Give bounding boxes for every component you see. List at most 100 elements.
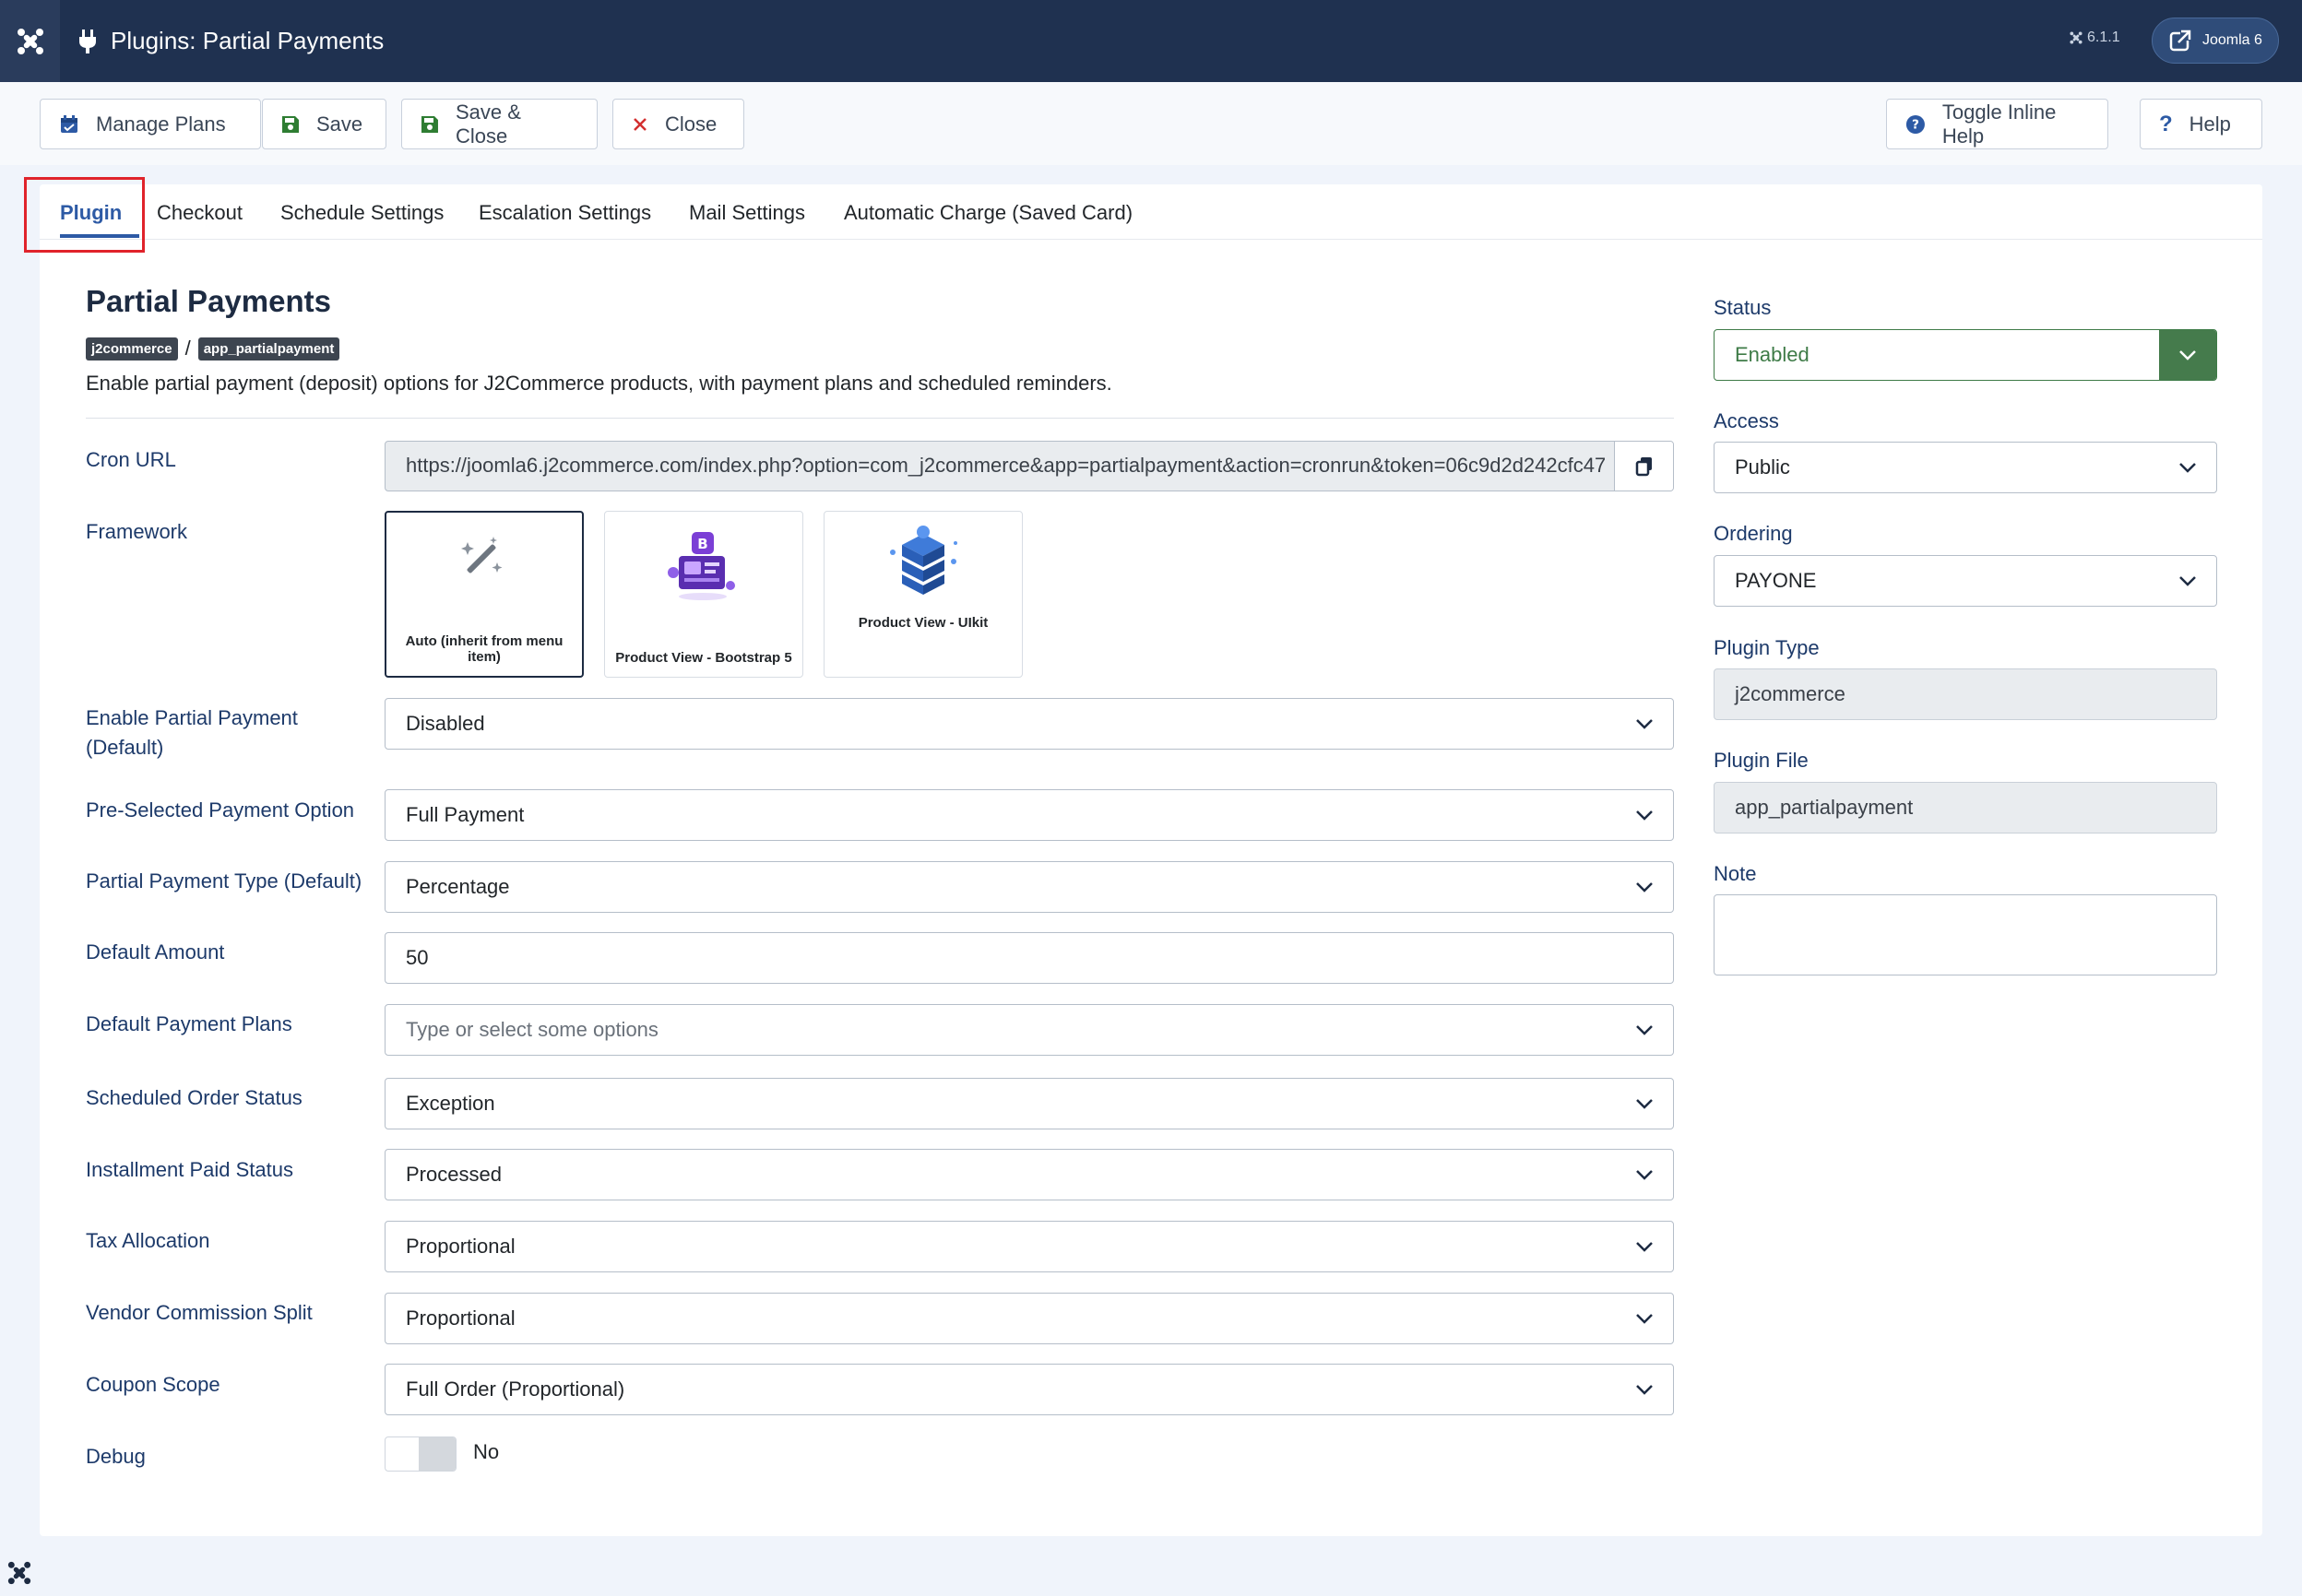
help-button[interactable]: ? Help: [2140, 99, 2262, 149]
default-payment-plans-select[interactable]: Type or select some options: [385, 1004, 1674, 1056]
plugin-file-field: app_partialpayment: [1714, 782, 2217, 833]
select-placeholder: Type or select some options: [406, 1018, 659, 1041]
close-icon: [634, 117, 647, 131]
view-site-button[interactable]: Joomla 6: [2152, 18, 2279, 64]
debug-toggle[interactable]: [385, 1436, 457, 1472]
debug-value: No: [473, 1440, 500, 1463]
plugin-type-field: j2commerce: [1714, 668, 2217, 720]
tab-schedule-settings[interactable]: Schedule Settings: [280, 201, 444, 225]
partial-payment-type-label: Partial Payment Type (Default): [86, 869, 362, 893]
coupon-scope-select[interactable]: Full Order (Proportional): [385, 1364, 1674, 1415]
save-close-button[interactable]: Save & Close: [401, 99, 598, 149]
chevron-down-icon: [1616, 1222, 1673, 1271]
enable-partial-payment-select[interactable]: Disabled: [385, 698, 1674, 750]
select-value: Proportional: [406, 1306, 516, 1330]
save-label: Save: [316, 112, 363, 136]
chevron-down-icon: [2159, 330, 2216, 380]
status-select[interactable]: Enabled: [1714, 329, 2217, 381]
divider: [86, 418, 1674, 419]
vendor-commission-select[interactable]: Proportional: [385, 1293, 1674, 1344]
vendor-commission-label: Vendor Commission Split: [86, 1301, 313, 1324]
ordering-label: Ordering: [1714, 522, 1793, 545]
default-amount-label: Default Amount: [86, 940, 225, 964]
tab-escalation-settings[interactable]: Escalation Settings: [479, 201, 651, 225]
select-value: Full Payment: [406, 803, 525, 826]
coupon-scope-label: Coupon Scope: [86, 1373, 220, 1396]
framework-option-bootstrap[interactable]: B Product View - Bootstrap 5: [604, 511, 803, 678]
chevron-down-icon: [1616, 1150, 1673, 1200]
group-badge: j2commerce: [86, 337, 178, 361]
magic-wand-icon: [461, 537, 503, 573]
plugin-type-label: Plugin Type: [1714, 636, 1820, 659]
default-amount-input[interactable]: 50: [385, 932, 1674, 984]
version-text: 6.1.1: [2087, 30, 2120, 45]
readonly-value: app_partialpayment: [1735, 796, 1914, 819]
bootstrap-icon: B: [668, 532, 735, 600]
badge-separator: /: [184, 337, 191, 360]
framework-option-auto[interactable]: Auto (inherit from menu item): [385, 511, 584, 678]
chevron-down-icon: [2159, 443, 2216, 492]
save-icon: [282, 115, 299, 133]
joomla-footer-icon: [7, 1561, 31, 1590]
installment-paid-status-select[interactable]: Processed: [385, 1149, 1674, 1200]
installment-paid-status-label: Installment Paid Status: [86, 1158, 294, 1181]
plugin-description: Enable partial payment (deposit) options…: [86, 372, 1112, 395]
cron-url-label: Cron URL: [86, 448, 176, 471]
plugin-file-label: Plugin File: [1714, 749, 1809, 772]
toggle-inline-help-button[interactable]: ? Toggle Inline Help: [1886, 99, 2108, 149]
joomla-logo[interactable]: [0, 0, 60, 82]
select-value: Percentage: [406, 875, 510, 898]
cron-url-field: https://joomla6.j2commerce.com/index.php…: [385, 441, 1674, 491]
framework-option-label: Product View - Bootstrap 5: [615, 650, 792, 666]
save-button[interactable]: Save: [262, 99, 386, 149]
scheduled-order-status-label: Scheduled Order Status: [86, 1086, 303, 1109]
close-button[interactable]: Close: [612, 99, 744, 149]
select-value: Full Order (Proportional): [406, 1377, 625, 1401]
svg-text:?: ?: [1912, 117, 1919, 132]
debug-label: Debug: [86, 1445, 146, 1468]
chevron-down-icon: [1616, 790, 1673, 840]
chevron-down-icon: [1616, 1079, 1673, 1129]
preselected-option-select[interactable]: Full Payment: [385, 789, 1674, 841]
calendar-icon: [61, 114, 77, 133]
uikit-icon: [890, 526, 957, 595]
preselected-option-label: Pre-Selected Payment Option: [86, 798, 355, 822]
tab-checkout[interactable]: Checkout: [157, 201, 243, 225]
default-payment-plans-label: Default Payment Plans: [86, 1012, 292, 1035]
question-icon: ?: [2159, 111, 2173, 136]
framework-option-uikit[interactable]: Product View - UIkit: [824, 511, 1023, 678]
manage-plans-button[interactable]: Manage Plans: [40, 99, 261, 149]
close-label: Close: [665, 112, 718, 136]
access-select[interactable]: Public: [1714, 442, 2217, 493]
chevron-down-icon: [1616, 862, 1673, 912]
site-label: Joomla 6: [2202, 32, 2262, 48]
status-label: Status: [1714, 296, 1772, 319]
chevron-down-icon: [1616, 1005, 1673, 1055]
readonly-value: j2commerce: [1735, 682, 1845, 705]
scheduled-order-status-select[interactable]: Exception: [385, 1078, 1674, 1129]
copy-button[interactable]: [1614, 442, 1673, 491]
ordering-select[interactable]: PAYONE: [1714, 555, 2217, 607]
select-value: Processed: [406, 1163, 502, 1186]
page-title: Plugins: Partial Payments: [111, 27, 385, 54]
tab-automatic-charge[interactable]: Automatic Charge (Saved Card): [844, 201, 1133, 225]
tab-mail-settings[interactable]: Mail Settings: [689, 201, 805, 225]
tax-allocation-select[interactable]: Proportional: [385, 1221, 1674, 1272]
framework-option-label: Product View - UIkit: [858, 615, 989, 631]
plug-icon: [79, 29, 96, 53]
save-icon: [421, 115, 438, 133]
cron-url-value[interactable]: https://joomla6.j2commerce.com/index.php…: [406, 454, 1605, 478]
version-label: 6.1.1: [2070, 30, 2120, 46]
select-value: Proportional: [406, 1235, 516, 1258]
chevron-down-icon: [1616, 1365, 1673, 1414]
plugin-edit-card: Plugin Checkout Schedule Settings Escala…: [40, 184, 2262, 1536]
note-textarea[interactable]: [1714, 894, 2217, 975]
external-link-icon: [2169, 30, 2191, 52]
enable-partial-payment-label: Enable Partial Payment (Default): [86, 706, 298, 759]
access-label: Access: [1714, 409, 1779, 432]
plugin-badges: j2commerce / app_partialpayment: [86, 337, 340, 361]
partial-payment-type-select[interactable]: Percentage: [385, 861, 1674, 913]
plugin-name-heading: Partial Payments: [86, 284, 331, 318]
copy-icon: [1635, 456, 1652, 476]
manage-plans-label: Manage Plans: [96, 112, 226, 136]
